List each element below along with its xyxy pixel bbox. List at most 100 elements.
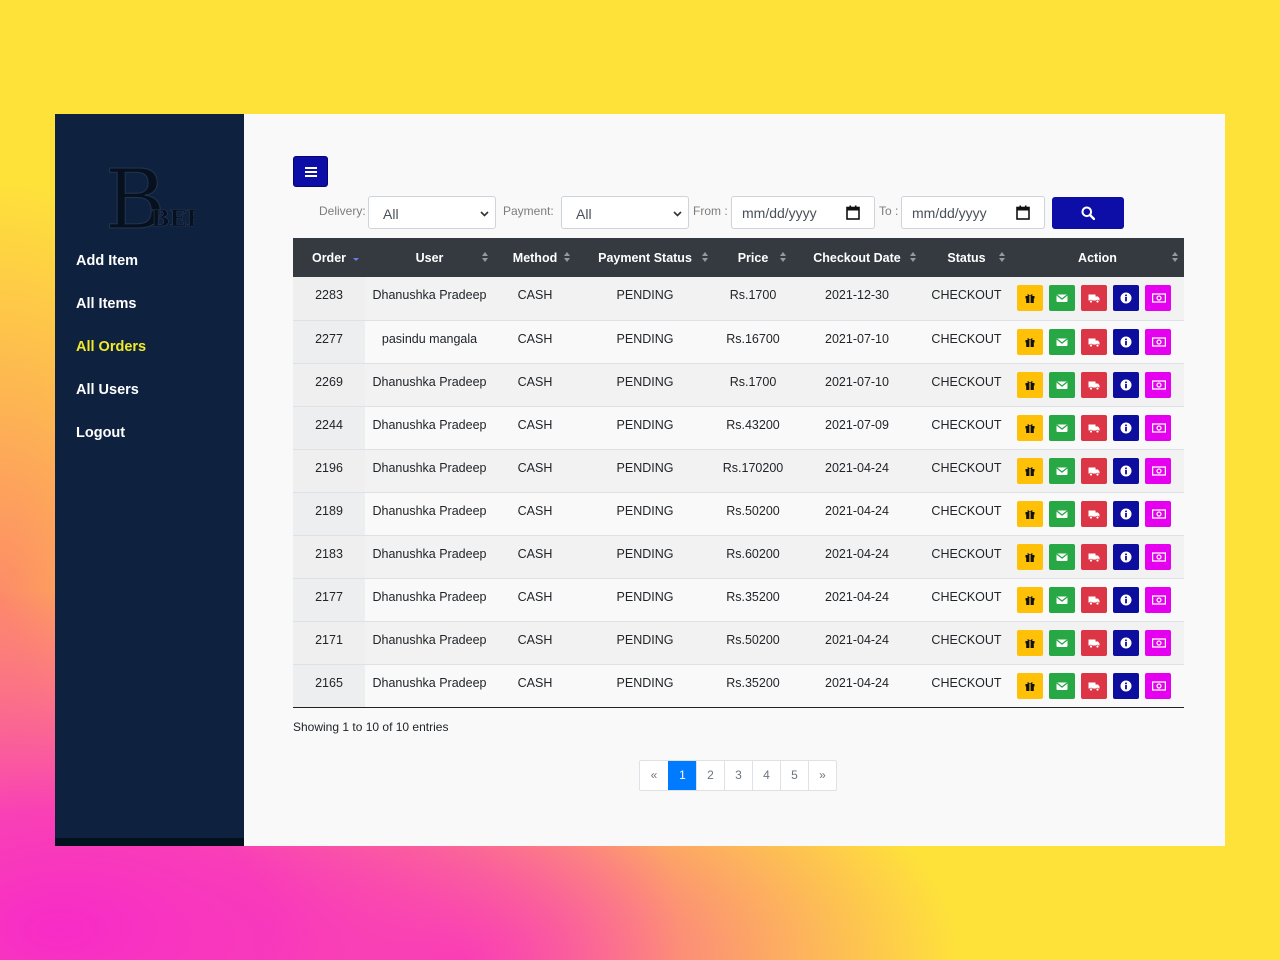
sidebar-item-logout[interactable]: Logout [76, 421, 146, 464]
column-header-price[interactable]: Price [714, 238, 792, 277]
action-cell [1011, 664, 1184, 707]
info-button[interactable] [1113, 457, 1139, 484]
deliver-button[interactable] [1081, 457, 1107, 484]
action-cell [1011, 363, 1184, 406]
gift-button[interactable] [1017, 328, 1043, 355]
order-cell: 2189 [293, 492, 365, 535]
info-button[interactable] [1113, 543, 1139, 570]
deliver-button[interactable] [1081, 586, 1107, 613]
info-button[interactable] [1113, 672, 1139, 699]
payment-button[interactable] [1145, 500, 1171, 527]
email-button[interactable] [1049, 371, 1075, 398]
method-cell: CASH [517, 632, 553, 647]
info-button[interactable] [1113, 371, 1139, 398]
info-button[interactable] [1113, 586, 1139, 613]
column-header-checkout-date[interactable]: Checkout Date [792, 238, 922, 277]
info-button[interactable] [1113, 500, 1139, 527]
column-header-status[interactable]: Status [922, 238, 1011, 277]
email-button[interactable] [1049, 328, 1075, 355]
payment-status-cell: PENDING [616, 417, 674, 432]
sidebar-item-all-items[interactable]: All Items [76, 292, 146, 335]
order-cell: 2183 [293, 535, 365, 578]
sidebar-item-all-orders[interactable]: All Orders [76, 335, 146, 378]
calendar-icon[interactable] [846, 205, 860, 220]
column-header-label: Status [947, 250, 986, 265]
gift-button[interactable] [1017, 672, 1043, 699]
page-1-button[interactable]: 1 [668, 761, 696, 790]
page-5-button[interactable]: 5 [780, 761, 808, 790]
payment-button[interactable] [1145, 457, 1171, 484]
column-header-user[interactable]: User [365, 238, 494, 277]
column-header-label: Order [311, 250, 347, 265]
payment-button[interactable] [1145, 629, 1171, 656]
svg-text:BEE: BEE [151, 206, 195, 232]
gift-button[interactable] [1017, 500, 1043, 527]
page-2-button[interactable]: 2 [696, 761, 724, 790]
sort-icon [702, 252, 708, 262]
payment-button[interactable] [1145, 328, 1171, 355]
deliver-button[interactable] [1081, 285, 1107, 311]
payment-button[interactable] [1145, 285, 1171, 311]
info-button[interactable] [1113, 328, 1139, 355]
payment-button[interactable] [1145, 672, 1171, 699]
deliver-button[interactable] [1081, 629, 1107, 656]
search-button[interactable] [1052, 197, 1124, 229]
from-date-input[interactable]: mm/dd/yyyy [731, 196, 875, 229]
calendar-icon[interactable] [1016, 205, 1030, 220]
checkout-date-cell: 2021-12-30 [825, 288, 889, 302]
gift-button[interactable] [1017, 629, 1043, 656]
column-header-label: Action [1078, 250, 1117, 265]
column-header-order[interactable]: Order [293, 238, 365, 277]
price-cell: Rs.35200 [726, 589, 780, 604]
deliver-button[interactable] [1081, 328, 1107, 355]
order-cell: 2165 [293, 664, 365, 707]
page-next-button[interactable]: » [808, 761, 836, 790]
info-button[interactable] [1113, 285, 1139, 311]
gift-button[interactable] [1017, 414, 1043, 441]
deliver-button[interactable] [1081, 500, 1107, 527]
email-button[interactable] [1049, 586, 1075, 613]
info-button[interactable] [1113, 414, 1139, 441]
status-cell: CHECKOUT [931, 503, 1002, 518]
gift-button[interactable] [1017, 586, 1043, 613]
column-header-method[interactable]: Method [494, 238, 576, 277]
gift-button[interactable] [1017, 285, 1043, 311]
payment-button[interactable] [1145, 586, 1171, 613]
price-cell: Rs.60200 [726, 546, 780, 561]
payment-button[interactable] [1145, 543, 1171, 570]
deliver-button[interactable] [1081, 672, 1107, 699]
info-button[interactable] [1113, 629, 1139, 656]
payment-select[interactable]: All [561, 196, 689, 229]
payment-button[interactable] [1145, 371, 1171, 398]
sidebar-item-all-users[interactable]: All Users [76, 378, 146, 421]
gift-button[interactable] [1017, 543, 1043, 570]
email-button[interactable] [1049, 629, 1075, 656]
to-date-input[interactable]: mm/dd/yyyy [901, 196, 1045, 229]
column-header-action[interactable]: Action [1011, 238, 1184, 277]
delivery-select[interactable]: All [368, 196, 496, 229]
email-button[interactable] [1049, 414, 1075, 441]
sidebar-item-add-item[interactable]: Add Item [76, 249, 146, 292]
search-icon [1081, 206, 1095, 220]
page-3-button[interactable]: 3 [724, 761, 752, 790]
deliver-button[interactable] [1081, 371, 1107, 398]
email-button[interactable] [1049, 285, 1075, 311]
deliver-button[interactable] [1081, 543, 1107, 570]
gift-button[interactable] [1017, 457, 1043, 484]
gift-button[interactable] [1017, 371, 1043, 398]
page-prev-button[interactable]: « [640, 761, 668, 790]
menu-toggle-button[interactable] [293, 156, 328, 187]
email-button[interactable] [1049, 457, 1075, 484]
method-cell: CASH [517, 546, 553, 561]
delivery-label: Delivery: [319, 204, 366, 218]
price-cell: Rs.170200 [722, 460, 784, 475]
sort-icon [999, 252, 1005, 262]
payment-button[interactable] [1145, 414, 1171, 441]
page-4-button[interactable]: 4 [752, 761, 780, 790]
deliver-button[interactable] [1081, 414, 1107, 441]
email-button[interactable] [1049, 543, 1075, 570]
email-button[interactable] [1049, 672, 1075, 699]
column-header-payment-status[interactable]: Payment Status [576, 238, 714, 277]
table-row: 2277 pasindu mangala CASH PENDING Rs.16700 20… [293, 320, 1184, 363]
email-button[interactable] [1049, 500, 1075, 527]
